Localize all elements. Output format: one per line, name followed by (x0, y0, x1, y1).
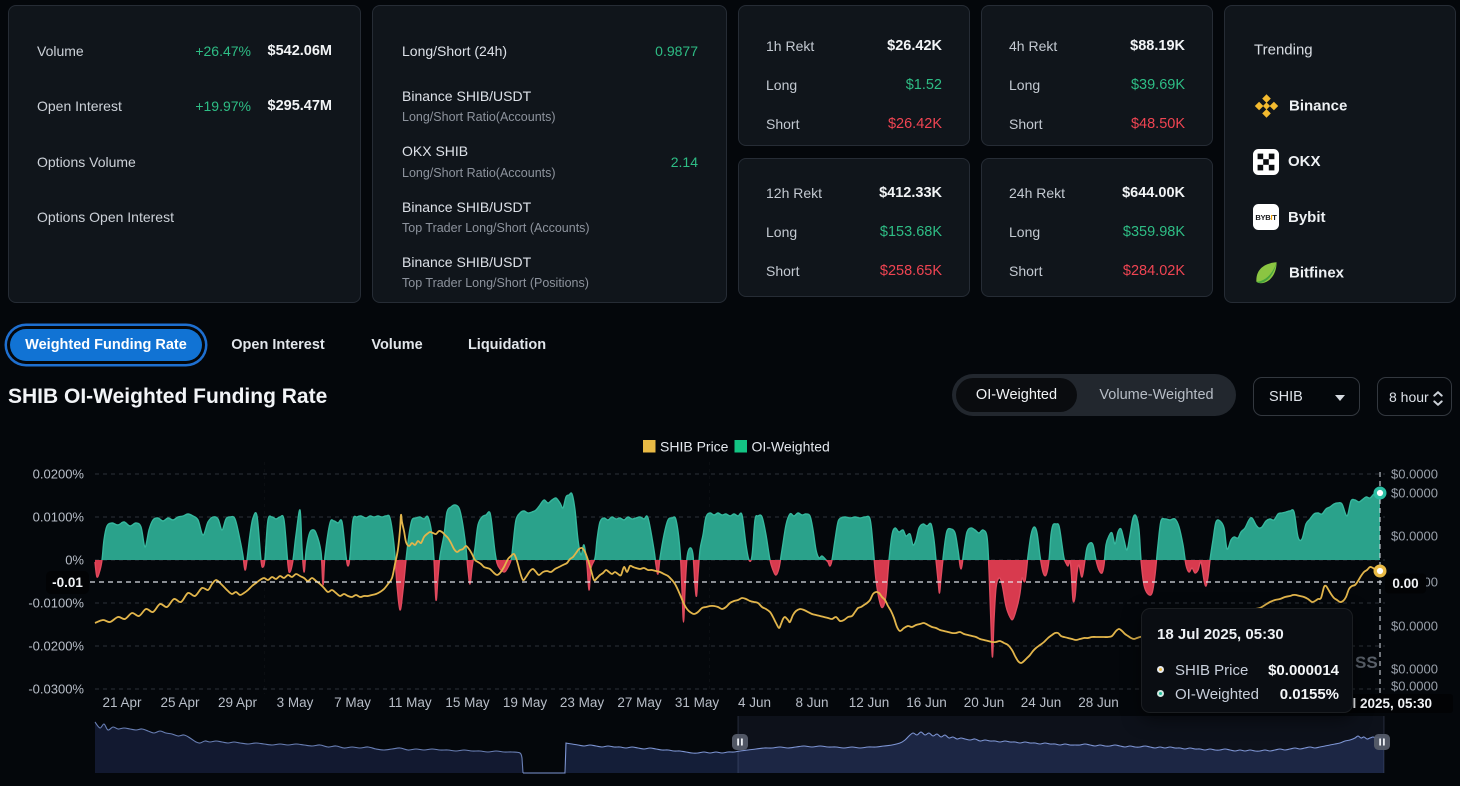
svg-text:12 Jun: 12 Jun (849, 695, 890, 710)
svg-text:SHIB Price: SHIB Price (660, 439, 729, 455)
svg-text:29 Apr: 29 Apr (218, 695, 258, 710)
svg-text:27 May: 27 May (617, 695, 662, 710)
svg-text:0.0200%: 0.0200% (33, 467, 85, 482)
svg-text:-0.0100%: -0.0100% (28, 596, 84, 611)
svg-text:-0.01: -0.01 (52, 575, 83, 590)
svg-text:16 Jun: 16 Jun (906, 695, 947, 710)
svg-text:-0.0300%: -0.0300% (28, 682, 84, 697)
svg-text:$0.0000: $0.0000 (1391, 619, 1438, 634)
svg-text:3 May: 3 May (277, 695, 314, 710)
svg-text:4 Jun: 4 Jun (738, 695, 771, 710)
svg-text:11 May: 11 May (388, 695, 432, 710)
svg-text:0%: 0% (65, 553, 84, 568)
svg-text:$0.0000: $0.0000 (1391, 529, 1438, 544)
svg-text:$0.0000: $0.0000 (1391, 486, 1438, 501)
svg-text:0.00: 0.00 (1392, 576, 1418, 591)
svg-text:$0.0000: $0.0000 (1391, 679, 1438, 694)
svg-text:20 Jun: 20 Jun (964, 695, 1005, 710)
svg-text:$0.0000: $0.0000 (1391, 467, 1438, 482)
svg-text:0.0100%: 0.0100% (33, 510, 85, 525)
svg-text:24 Jun: 24 Jun (1021, 695, 1062, 710)
svg-text:31 May: 31 May (675, 695, 720, 710)
svg-text:BYBIT: BYBIT (1255, 213, 1277, 222)
svg-text:7 May: 7 May (334, 695, 371, 710)
svg-text:-0.0200%: -0.0200% (28, 639, 84, 654)
svg-text:OI-Weighted: OI-Weighted (752, 439, 830, 455)
svg-text:21 Apr: 21 Apr (102, 695, 142, 710)
svg-text:8 Jun: 8 Jun (795, 695, 828, 710)
svg-text:$0.0000: $0.0000 (1391, 662, 1438, 677)
svg-text:SS: SS (1355, 653, 1378, 672)
svg-text:28 Jun: 28 Jun (1078, 695, 1119, 710)
svg-text:25 Apr: 25 Apr (160, 695, 200, 710)
svg-text:19 May: 19 May (503, 695, 548, 710)
svg-text:15 May: 15 May (445, 695, 490, 710)
svg-text:23 May: 23 May (560, 695, 605, 710)
